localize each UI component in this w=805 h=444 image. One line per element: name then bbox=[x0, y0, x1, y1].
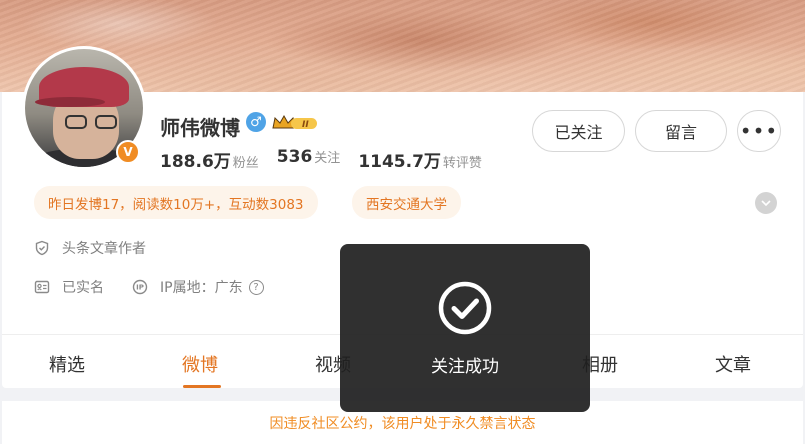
interactions-count: 1145.7万 bbox=[358, 152, 441, 172]
verified-v-icon: V bbox=[116, 140, 140, 164]
following-count: 536 bbox=[276, 147, 313, 167]
check-circle-icon bbox=[438, 281, 492, 335]
ip-icon: IP bbox=[132, 279, 148, 295]
following-stat[interactable]: 536 关注 bbox=[277, 147, 341, 172]
profile-name: 师伟微博 bbox=[160, 116, 240, 140]
tab-featured[interactable]: 精选 bbox=[49, 351, 85, 377]
shield-icon bbox=[35, 240, 49, 256]
help-question-icon[interactable]: ? bbox=[248, 279, 264, 295]
role-text: 头条文章作者 bbox=[62, 241, 146, 257]
more-options-button[interactable]: ••• bbox=[737, 110, 781, 152]
chevron-down-icon[interactable] bbox=[755, 192, 777, 214]
message-button[interactable]: 留言 bbox=[635, 110, 727, 152]
activity-tag[interactable]: 昨日发博17，阅读数10万+，互动数3083 bbox=[34, 186, 318, 219]
role-info: 头条文章作者 bbox=[34, 238, 146, 258]
fans-label: 粉丝 bbox=[232, 156, 259, 171]
id-card-icon bbox=[34, 280, 50, 294]
ip-location-info: IP IP属地：广东 ? bbox=[132, 277, 264, 297]
interactions-stat: 1145.7万 转评赞 bbox=[358, 147, 482, 172]
realname-info: 已实名 bbox=[34, 277, 104, 297]
ip-location-text: IP属地：广东 bbox=[160, 280, 243, 296]
svg-text:IP: IP bbox=[136, 284, 144, 292]
toast-text: 关注成功 bbox=[431, 357, 499, 377]
profile-stats: 188.6万 粉丝 536 关注 1145.7万 转评赞 bbox=[160, 147, 482, 172]
male-gender-icon: ♂ bbox=[246, 112, 266, 132]
realname-text: 已实名 bbox=[62, 280, 104, 296]
level-badge-text: II bbox=[302, 120, 309, 130]
followed-button[interactable]: 已关注 bbox=[532, 110, 625, 152]
vip-crown-badge-icon[interactable]: II bbox=[271, 114, 319, 132]
tab-articles[interactable]: 文章 bbox=[715, 351, 751, 377]
fans-count: 188.6万 bbox=[160, 152, 231, 172]
school-tag[interactable]: 西安交通大学 bbox=[352, 186, 461, 219]
active-tab-indicator bbox=[183, 385, 221, 388]
fans-stat[interactable]: 188.6万 粉丝 bbox=[160, 147, 259, 172]
interactions-label: 转评赞 bbox=[442, 156, 482, 171]
toast-notification: 关注成功 bbox=[340, 244, 590, 412]
tab-weibo[interactable]: 微博 bbox=[182, 351, 218, 377]
following-label: 关注 bbox=[314, 151, 341, 166]
